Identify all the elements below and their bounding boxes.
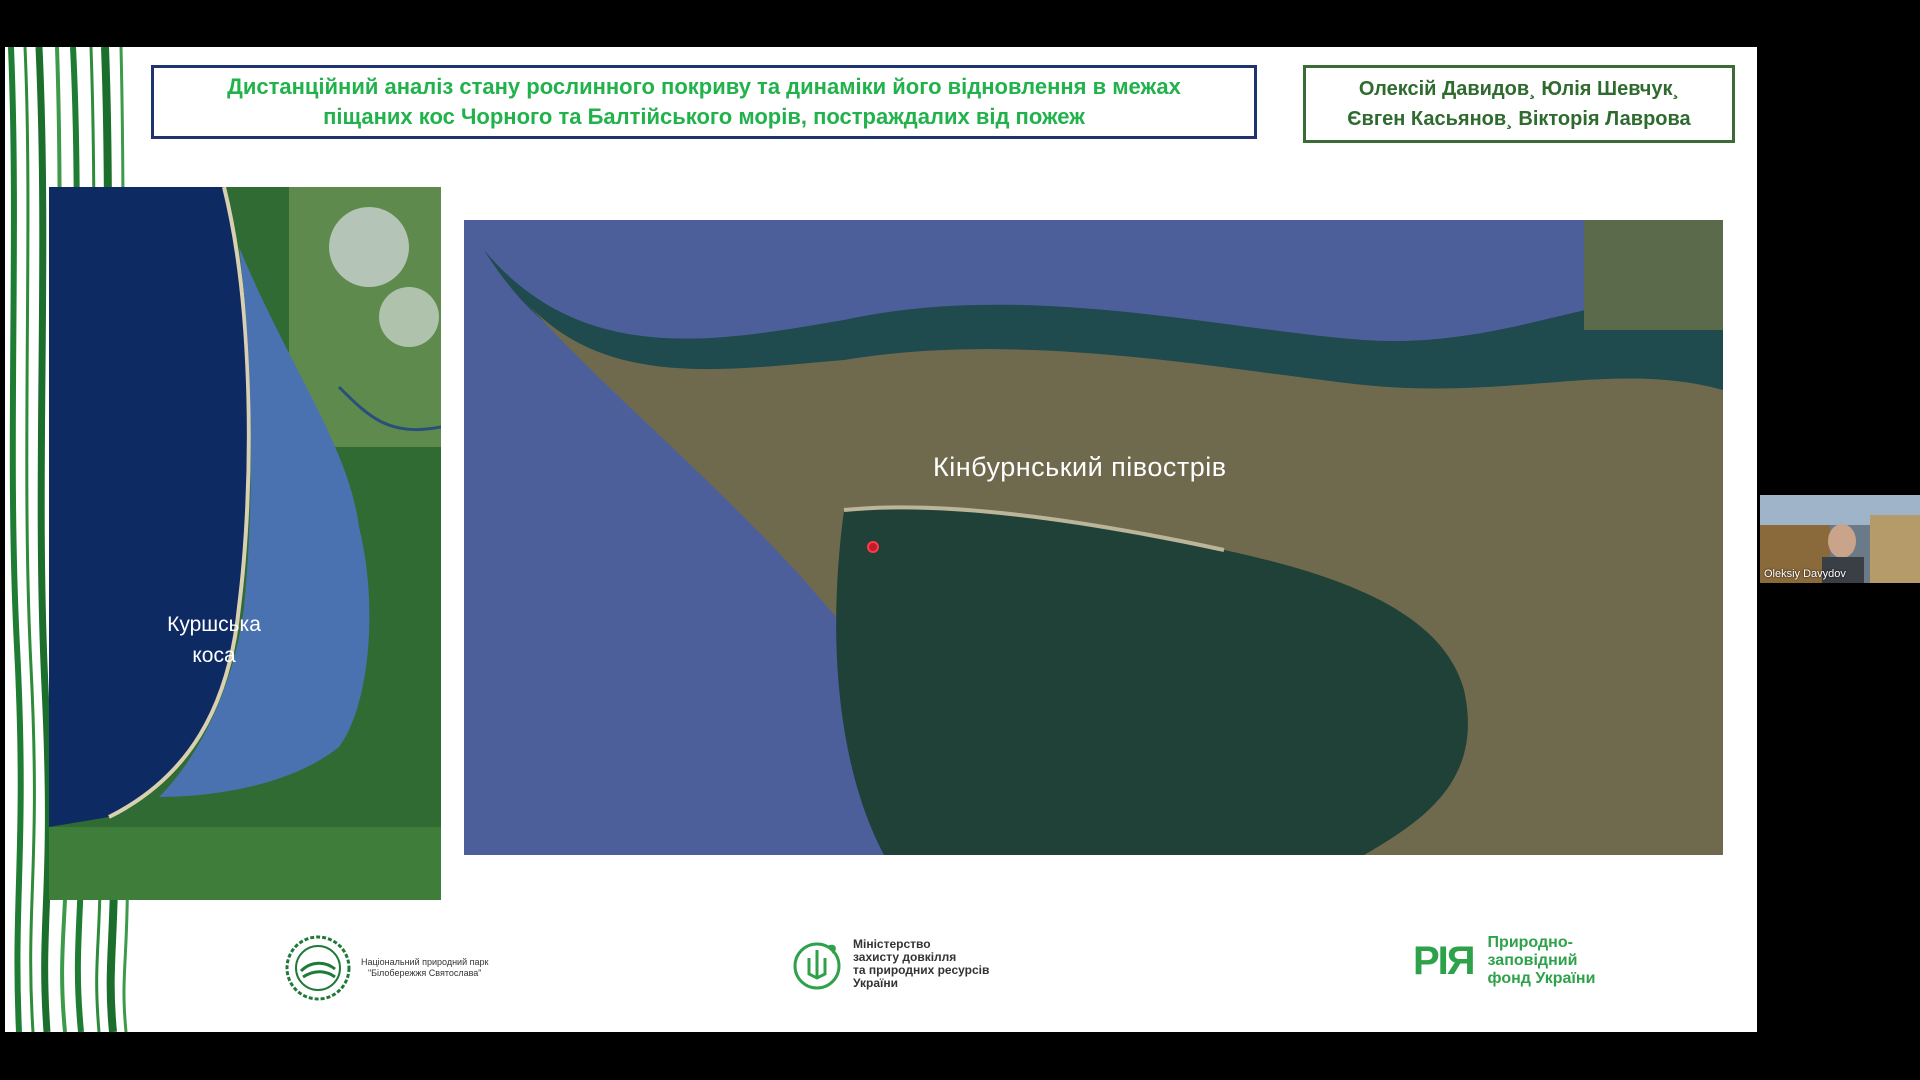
curonian-spit-label-line1: Куршська bbox=[167, 613, 261, 636]
slide-title: Дистанційний аналіз стану рослинного пок… bbox=[151, 65, 1257, 139]
kinburn-peninsula-label: Кінбурнський півострів bbox=[933, 452, 1227, 482]
fund-mark-icon: РІЯ bbox=[1413, 938, 1476, 983]
fund-name-line3: фонд України bbox=[1487, 970, 1596, 987]
curonian-spit-label: Куршська коса bbox=[109, 609, 319, 671]
park-emblem-icon bbox=[285, 935, 351, 1001]
park-name-line1: Національний природний парк bbox=[361, 957, 489, 967]
authors-line2: Євген Касьянов¸ Вікторія Лаврова bbox=[1347, 108, 1691, 130]
national-park-logo: Національний природний парк "Білобережжя… bbox=[285, 935, 488, 1001]
presentation-slide: Дистанційний аналіз стану рослинного пок… bbox=[5, 47, 1757, 1032]
slide-title-line2: піщаних кос Чорного та Балтійського морі… bbox=[323, 104, 1085, 129]
ministry-logo: Міністерство захисту довкілля та природн… bbox=[791, 938, 989, 990]
participant-video-tile[interactable]: Oleksiy Davydov bbox=[1760, 495, 1920, 583]
fund-name-line2: заповідний bbox=[1487, 952, 1578, 969]
kinburn-peninsula-satellite-map bbox=[464, 220, 1723, 855]
curonian-spit-satellite-map: Куршська коса bbox=[49, 186, 442, 900]
authors-line1: Олексій Давидов¸ Юлія Шевчук¸ bbox=[1358, 78, 1680, 100]
authors-box: Олексій Давидов¸ Юлія Шевчук¸ Євген Кась… bbox=[1303, 65, 1735, 143]
ministry-name-line4: України bbox=[853, 976, 899, 990]
fund-name-line1: Природно- bbox=[1487, 934, 1573, 951]
slide-title-line1: Дистанційний аналіз стану рослинного пок… bbox=[227, 74, 1181, 99]
curonian-spit-label-line2: коса bbox=[192, 644, 236, 667]
nature-reserve-fund-logo: РІЯ Природно- заповідний фонд України bbox=[1413, 934, 1595, 988]
participant-name: Oleksiy Davydov bbox=[1764, 568, 1846, 580]
park-name-line2: "Білобережжя Святослава" bbox=[367, 968, 482, 978]
ministry-emblem-icon bbox=[793, 942, 841, 990]
location-marker-icon bbox=[867, 541, 879, 553]
